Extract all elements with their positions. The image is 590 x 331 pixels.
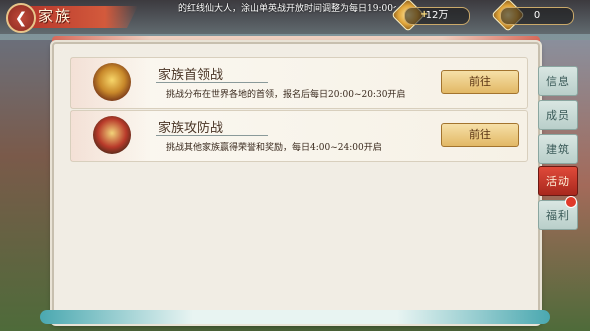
notification-dot-icon [565,196,577,208]
panel-bottom-decoration [40,310,550,324]
go-button[interactable]: 前往 [441,123,519,147]
currency-display-2: 0 [500,7,574,25]
tab-buildings[interactable]: 建筑 [538,134,578,164]
background-left [0,40,60,331]
activity-title: 家族攻防战 [158,121,224,136]
announcement-ticker: 的红线仙大人，涂山单英战开放时间调整为每日19:00～21:00，奖励 [178,4,396,14]
title-underline [156,135,268,136]
activity-description: 挑战分布在世界各地的首领，报名后每日20:00~20:30开启 [166,90,406,100]
currency-display-1: 12万 [404,7,470,25]
siege-emblem-icon [93,116,131,154]
activity-description: 挑战其他家族赢得荣誉和奖励，每日4:00~24:00开启 [166,143,382,153]
boss-emblem-icon [93,63,131,101]
tab-info[interactable]: 信息 [538,66,578,96]
title-underline [156,82,268,83]
activity-card: 家族攻防战 挑战其他家族赢得荣誉和奖励，每日4:00~24:00开启 前往 [70,110,528,162]
activity-card: 家族首领战 挑战分布在世界各地的首领，报名后每日20:00~20:30开启 前往 [70,57,528,109]
back-arrow-icon: ❮ [14,9,28,27]
go-button[interactable]: 前往 [441,70,519,94]
add-currency-icon[interactable]: + [420,10,430,20]
tab-activities[interactable]: 活动 [538,166,578,196]
page-title: 家族 [38,7,73,25]
back-button[interactable]: ❮ [6,3,36,33]
activity-title: 家族首领战 [158,68,224,83]
tab-members[interactable]: 成员 [538,100,578,130]
